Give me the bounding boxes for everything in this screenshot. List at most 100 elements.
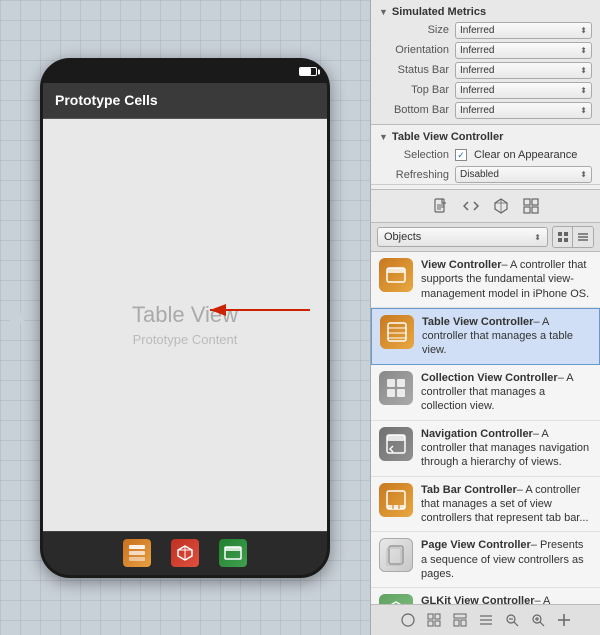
refreshing-select-arrow: ⬍ [580, 170, 587, 179]
toolbar-nav-icon[interactable] [219, 539, 247, 567]
list-item[interactable]: Navigation Controller– A controller that… [371, 421, 600, 477]
toolbar-cube-icon[interactable] [171, 539, 199, 567]
circle-btn[interactable] [397, 609, 419, 631]
bottom-bar-label: Bottom Bar [379, 104, 449, 116]
size-label: Size [379, 24, 449, 36]
objects-dropdown-label: Objects [384, 231, 421, 243]
list-item[interactable]: GL GLKit View Controller– A controller t… [371, 588, 600, 604]
grid-icon-btn[interactable] [519, 194, 543, 218]
list-item[interactable]: Collection View Controller– A controller… [371, 365, 600, 421]
grid1-btn[interactable] [423, 609, 445, 631]
inspector-panel: ▼ Simulated Metrics Size Inferred ⬍ Orie… [370, 0, 600, 635]
zoom-in-btn[interactable] [527, 609, 549, 631]
list-view-btn[interactable] [553, 227, 573, 247]
toolbar-table-icon[interactable] [123, 539, 151, 567]
collection-view-controller-info: Collection View Controller– A controller… [421, 371, 592, 414]
inspector-icon-toolbar [371, 190, 600, 223]
canvas-panel: Prototype Cells Table View Prototype Con… [0, 0, 370, 635]
size-select-arrow: ⬍ [580, 26, 587, 35]
collapse-icon[interactable]: ▼ [379, 7, 388, 17]
size-select[interactable]: Inferred ⬍ [455, 22, 592, 39]
tvc-collapse-icon[interactable]: ▼ [379, 132, 388, 142]
battery-icon [299, 67, 317, 76]
tvc-title: Table View Controller [392, 131, 503, 143]
bottom-bar-select-arrow: ⬍ [580, 106, 587, 115]
table-view-controller-section: ▼ Table View Controller Selection ✓ Clea… [371, 125, 600, 190]
view-controller-info: View Controller– A controller that suppo… [421, 258, 592, 301]
collection-view-controller-icon [379, 371, 413, 405]
simulated-metrics-section: ▼ Simulated Metrics Size Inferred ⬍ Orie… [371, 0, 600, 125]
navigation-controller-title: Navigation Controller– A controller that… [421, 428, 589, 469]
selection-row: Selection ✓ Clear on Appearance [371, 145, 600, 165]
glkit-view-controller-info: GLKit View Controller– A controller that… [421, 594, 592, 604]
objects-bar: Objects ⬍ [371, 223, 600, 252]
page-view-controller-info: Page View Controller– Presents a sequenc… [421, 538, 592, 581]
list-item[interactable]: Table View Controller– A controller that… [371, 308, 600, 365]
top-bar-select-arrow: ⬍ [580, 86, 587, 95]
orientation-select[interactable]: Inferred ⬍ [455, 42, 592, 59]
table-view-label: Table View [132, 302, 238, 328]
cube-icon-btn[interactable] [489, 194, 513, 218]
simulated-metrics-title: Simulated Metrics [392, 6, 486, 18]
phone-status-bar [43, 61, 327, 83]
phone-toolbar [43, 531, 327, 575]
phone-content-area: Table View Prototype Content [43, 119, 327, 531]
simulated-metrics-header: ▼ Simulated Metrics [371, 4, 600, 20]
status-bar-select-arrow: ⬍ [580, 66, 587, 75]
object-list: View Controller– A controller that suppo… [371, 252, 600, 604]
orientation-select-arrow: ⬍ [580, 46, 587, 55]
tvc-header: ▼ Table View Controller [371, 129, 600, 145]
view-toggle-group [552, 226, 594, 248]
left-nav-arrow [10, 306, 28, 330]
refreshing-row: Refreshing Disabled ⬍ [371, 165, 600, 185]
view-controller-icon [379, 258, 413, 292]
phone-simulator: Prototype Cells Table View Prototype Con… [40, 58, 330, 578]
bottom-bar-row: Bottom Bar Inferred ⬍ [371, 100, 600, 120]
status-bar-label: Status Bar [379, 64, 449, 76]
bottom-toolbar [371, 604, 600, 635]
top-bar-row: Top Bar Inferred ⬍ [371, 80, 600, 100]
layout-btn[interactable] [449, 609, 471, 631]
orientation-row: Orientation Inferred ⬍ [371, 40, 600, 60]
top-bar-select[interactable]: Inferred ⬍ [455, 82, 592, 99]
tab-bar-controller-icon [379, 483, 413, 517]
table-view-controller-title: Table View Controller– A controller that… [422, 316, 573, 357]
selection-label: Selection [379, 149, 449, 161]
table-view-controller-icon [380, 315, 414, 349]
top-bar-label: Top Bar [379, 84, 449, 96]
zoom-out-btn[interactable] [501, 609, 523, 631]
grid-view-btn[interactable] [573, 227, 593, 247]
page-view-controller-icon [379, 538, 413, 572]
file-icon-btn[interactable] [429, 194, 453, 218]
status-bar-select[interactable]: Inferred ⬍ [455, 62, 592, 79]
objects-dropdown-arrow: ⬍ [534, 233, 541, 242]
orientation-label: Orientation [379, 44, 449, 56]
refreshing-select[interactable]: Disabled ⬍ [455, 166, 592, 183]
list-item[interactable]: Page View Controller– Presents a sequenc… [371, 532, 600, 588]
list-item[interactable]: Tab Bar Controller– A controller that ma… [371, 477, 600, 533]
tab-bar-controller-info: Tab Bar Controller– A controller that ma… [421, 483, 592, 526]
navigation-controller-info: Navigation Controller– A controller that… [421, 427, 592, 470]
add-btn[interactable] [553, 609, 575, 631]
selection-checkbox[interactable]: ✓ [455, 149, 467, 161]
size-row: Size Inferred ⬍ [371, 20, 600, 40]
bottom-bar-select[interactable]: Inferred ⬍ [455, 102, 592, 119]
selection-value: Clear on Appearance [474, 149, 577, 161]
collection-view-controller-title: Collection View Controller– A controller… [421, 372, 573, 413]
status-bar-row: Status Bar Inferred ⬍ [371, 60, 600, 80]
phone-title: Prototype Cells [55, 92, 158, 108]
objects-dropdown[interactable]: Objects ⬍ [377, 227, 548, 247]
code-icon-btn[interactable] [459, 194, 483, 218]
tab-bar-controller-title: Tab Bar Controller– A controller that ma… [421, 484, 589, 525]
list-item[interactable]: View Controller– A controller that suppo… [371, 252, 600, 308]
navigation-controller-icon [379, 427, 413, 461]
prototype-content-label: Prototype Content [133, 332, 238, 347]
table-view-controller-info: Table View Controller– A controller that… [422, 315, 591, 358]
glkit-view-controller-title: GLKit View Controller– A controller that… [421, 595, 576, 604]
view-controller-title: View Controller– A controller that suppo… [421, 259, 589, 300]
glkit-view-controller-icon: GL [379, 594, 413, 604]
refreshing-label: Refreshing [379, 169, 449, 181]
list-btn[interactable] [475, 609, 497, 631]
page-view-controller-title: Page View Controller– Presents a sequenc… [421, 539, 584, 580]
phone-title-bar: Prototype Cells [43, 83, 327, 119]
